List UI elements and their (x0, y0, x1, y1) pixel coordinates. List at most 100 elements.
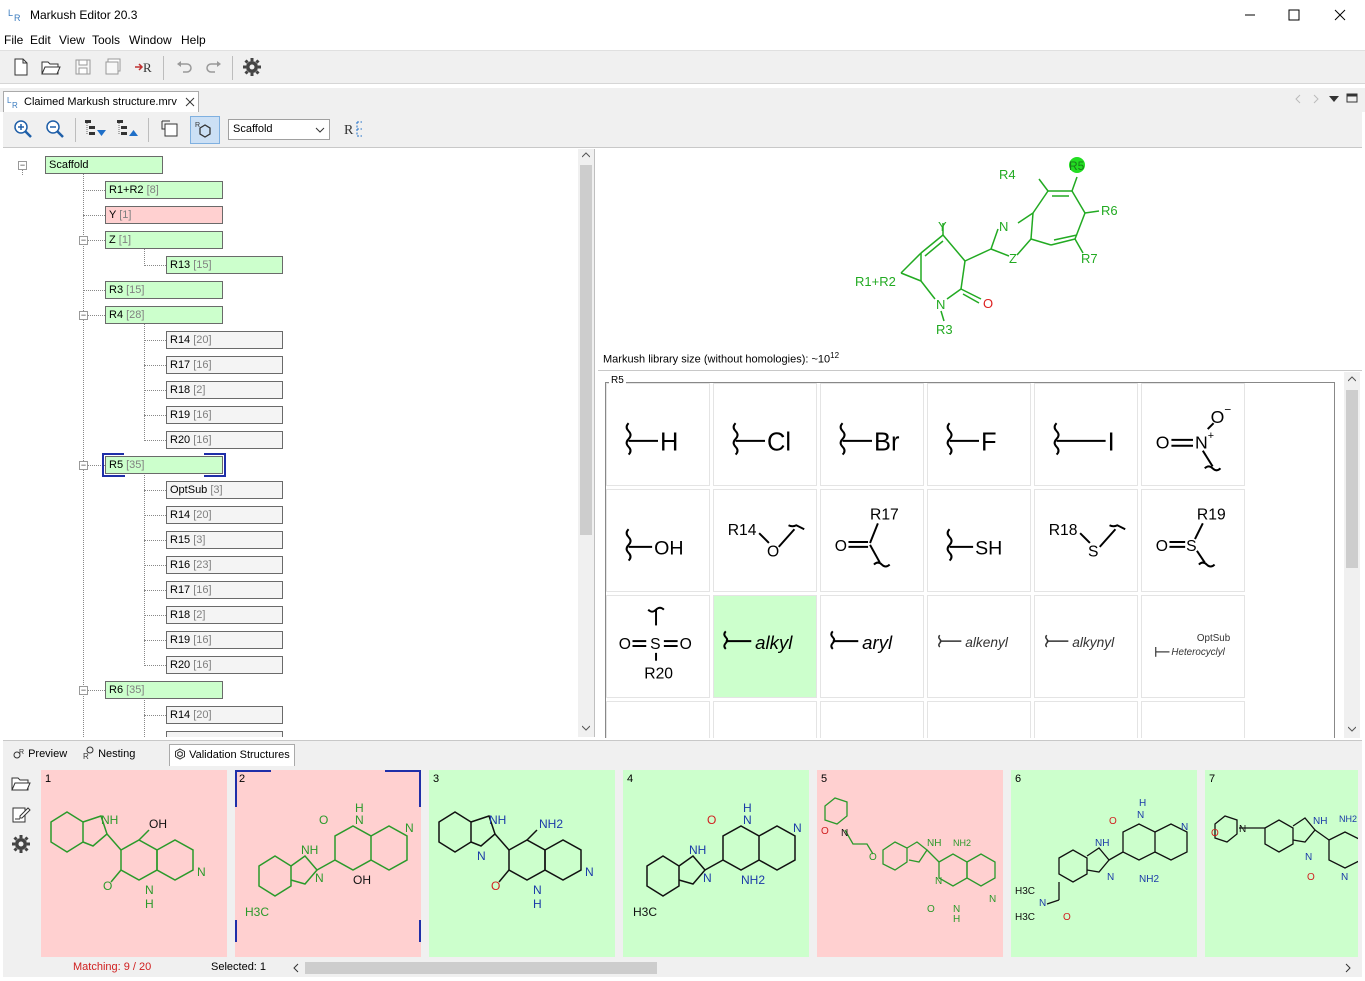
maximize-pane-icon[interactable] (1346, 92, 1358, 104)
rgroup-member[interactable] (820, 701, 924, 738)
tree-node-r3[interactable]: R3 [15] (105, 281, 223, 299)
tree-node-r13[interactable]: R13 [15] (166, 256, 283, 274)
rgroup-member-h[interactable]: H (606, 383, 710, 486)
collapse-tree-button[interactable] (116, 117, 140, 141)
tab-nesting-view[interactable]: R Nesting View (79, 744, 165, 780)
settings-button[interactable] (240, 55, 264, 79)
rgroup-member-cl[interactable]: Cl (713, 383, 817, 486)
undo-button[interactable] (172, 55, 196, 79)
rgroup-member-br[interactable]: Br (820, 383, 924, 486)
tree-node-optsub[interactable]: OptSub [3] (166, 481, 283, 499)
rgroup-member-oh[interactable]: OH (606, 489, 710, 592)
validation-card[interactable]: 5 O N O NH NH2 N O N H N (817, 770, 1003, 957)
tree-node-r17[interactable]: R17 [16] (166, 356, 283, 374)
tree-node-r20[interactable]: R20 [16] (166, 431, 283, 449)
tree-node-r1r2[interactable]: R1+R2 [8] (105, 181, 223, 199)
tree-node-r19[interactable]: R19 [16] (166, 406, 283, 424)
rgroup-member[interactable] (713, 701, 817, 738)
zoom-out-button[interactable] (43, 117, 67, 141)
tab-list-dropdown-icon[interactable] (1328, 93, 1340, 105)
tree-node-r14[interactable]: R14 [20] (166, 706, 283, 724)
tree-node-r14[interactable]: R14 [20] (166, 331, 283, 349)
tab-validation-structures[interactable]: Validation Structures (169, 744, 295, 766)
rgroup-member-r14-ether[interactable]: R14 O (713, 489, 817, 592)
rgroup-member[interactable] (1034, 701, 1138, 738)
minimize-button[interactable] (1227, 0, 1273, 30)
save-button[interactable] (71, 55, 95, 79)
rgroup-member-heterocyclyl[interactable]: OptSub Heterocyclyl (1141, 595, 1245, 698)
structure-view-button[interactable]: R (190, 116, 220, 144)
save-all-button[interactable] (101, 55, 125, 79)
tree-node-r19[interactable]: R19 [16] (166, 631, 283, 649)
rgroup-member-nitro[interactable]: O − N + O (1141, 383, 1245, 486)
document-tab[interactable]: LR Claimed Markush structure.mrv (3, 91, 199, 113)
validation-card[interactable]: 1 NH OH O N H N (41, 770, 227, 957)
export-rgroup-button[interactable]: R (132, 55, 156, 79)
rgroup-scrollbar[interactable] (1344, 372, 1360, 738)
redo-button[interactable] (202, 55, 226, 79)
maximize-button[interactable] (1271, 0, 1317, 30)
open-validation-button[interactable] (11, 774, 31, 794)
scroll-up-icon[interactable] (582, 152, 590, 158)
rgroup-member-f[interactable]: F (927, 383, 1031, 486)
tree-node-r15[interactable]: R15 [3] (166, 531, 283, 549)
scroll-up-icon[interactable] (1348, 376, 1356, 382)
tree-node-r6[interactable]: R6 [35] (105, 681, 223, 699)
tree-node-r14[interactable]: R14 [20] (166, 506, 283, 524)
rgroup-member-alkenyl[interactable]: alkenyl (927, 595, 1031, 698)
collapse-toggle[interactable]: − (79, 236, 88, 245)
tab-scroll-left-icon[interactable] (1293, 93, 1303, 105)
menu-tools[interactable]: Tools (92, 33, 120, 47)
rgroup-member-r19-sulfinyl[interactable]: R19 O S (1141, 489, 1245, 592)
validation-card[interactable]: 6 H N O N NH N NH2 H3C N H3C O (1011, 770, 1197, 957)
rgroup-member[interactable] (1141, 701, 1245, 738)
rgroup-definition-button[interactable]: R (343, 117, 367, 141)
close-button[interactable] (1317, 0, 1363, 30)
new-button[interactable] (9, 55, 33, 79)
horizontal-scrollbar-thumb[interactable] (305, 962, 657, 974)
validation-card[interactable]: 7 O N NH NH2 N O N (1205, 770, 1358, 957)
rgroup-member-alkynyl[interactable]: alkynyl (1034, 595, 1138, 698)
tree-node-scaffold[interactable]: Scaffold (45, 156, 163, 174)
rgroup-member[interactable] (927, 701, 1031, 738)
scroll-right-icon[interactable] (1344, 963, 1352, 973)
rgroup-member-i[interactable]: I (1034, 383, 1138, 486)
tree-node-partial[interactable] (166, 731, 283, 737)
tree-node-r20[interactable]: R20 [16] (166, 656, 283, 674)
rgroup-member[interactable] (606, 701, 710, 738)
rgroup-scrollbar-thumb[interactable] (1346, 390, 1358, 568)
tree-node-r17[interactable]: R17 [16] (166, 581, 283, 599)
rgroup-member-r20-sulfonyl[interactable]: O S O R20 (606, 595, 710, 698)
validation-settings-button[interactable] (11, 834, 31, 854)
edit-validation-button[interactable] (11, 804, 31, 824)
rgroup-member-r18-thioether[interactable]: R18 S (1034, 489, 1138, 592)
tree-view-button[interactable] (158, 117, 182, 141)
menu-help[interactable]: Help (181, 33, 206, 47)
scroll-down-icon[interactable] (1348, 726, 1356, 732)
validation-card[interactable]: 3 NH NH2 N O N H N (429, 770, 615, 957)
zoom-in-button[interactable] (11, 117, 35, 141)
tab-scroll-right-icon[interactable] (1311, 93, 1321, 105)
tree-node-z[interactable]: Z [1] (105, 231, 223, 249)
tree-node-r18[interactable]: R18 [2] (166, 606, 283, 624)
expand-tree-button[interactable] (84, 117, 108, 141)
collapse-toggle[interactable]: − (79, 461, 88, 470)
tab-preview[interactable]: R Preview (9, 744, 75, 766)
menu-file[interactable]: File (4, 33, 23, 47)
tree-scrollbar[interactable] (578, 149, 594, 737)
validation-card[interactable]: 4 H N O N NH N NH2 H3C (623, 770, 809, 957)
menu-window[interactable]: Window (129, 33, 172, 47)
open-button[interactable] (39, 55, 63, 79)
menu-view[interactable]: View (59, 33, 85, 47)
rgroup-member-r17-carbonyl[interactable]: R17 O (820, 489, 924, 592)
collapse-toggle[interactable]: − (79, 686, 88, 695)
scroll-left-icon[interactable] (292, 963, 300, 973)
rgroup-member-alkyl[interactable]: alkyl (713, 595, 817, 698)
tree-node-r18[interactable]: R18 [2] (166, 381, 283, 399)
tree-scrollbar-thumb[interactable] (580, 165, 592, 535)
rgroup-member-aryl[interactable]: aryl (820, 595, 924, 698)
collapse-toggle[interactable]: − (79, 311, 88, 320)
tree-node-y[interactable]: Y [1] (105, 206, 223, 224)
tree-node-r16[interactable]: R16 [23] (166, 556, 283, 574)
tree-node-r4[interactable]: R4 [28] (105, 306, 223, 324)
